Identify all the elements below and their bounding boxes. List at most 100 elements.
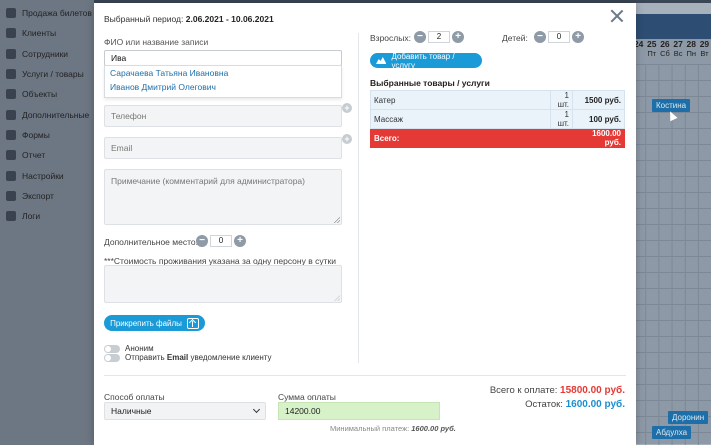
email-notify-toggle[interactable]: Отправить Email уведомление клиенту [104, 353, 272, 362]
note-placeholder: Примечание (комментарий для администрато… [111, 176, 305, 186]
suggestion-item[interactable]: Сарачаева Татьяна Ивановна [105, 66, 341, 80]
booking-chip[interactable]: Доронин [668, 411, 709, 424]
booking-chip[interactable]: Абдулха [652, 426, 692, 439]
calendar-day: 27 Вс [673, 39, 683, 59]
suggestion-item[interactable]: Иванов Дмитрий Олегович [105, 80, 341, 94]
add-phone-icon[interactable]: + [342, 103, 352, 113]
children-stepper: − 0 + [534, 31, 584, 43]
goods-qty: 1 шт. [550, 109, 573, 129]
resize-handle-icon[interactable] [334, 295, 340, 301]
section-divider [104, 375, 626, 376]
settings-icon [6, 170, 16, 181]
minus-button[interactable]: − [196, 235, 208, 247]
report-icon [6, 150, 16, 161]
objects-icon [6, 89, 16, 100]
table-row: Массаж 1 шт. 100 руб. [370, 109, 625, 129]
pay-method-label: Способ оплаты [104, 392, 165, 402]
minus-button[interactable]: − [534, 31, 546, 43]
sidebar-item-services[interactable]: Услуги / товары [0, 64, 94, 84]
anon-label: Аноним [125, 344, 154, 353]
cart-icon [6, 69, 16, 80]
sidebar-item-report[interactable]: Отчет [0, 145, 94, 165]
calendar-grid [632, 64, 711, 445]
close-icon[interactable] [610, 9, 624, 23]
extra-textarea[interactable] [104, 265, 342, 303]
sidebar-item-forms[interactable]: Формы [0, 125, 94, 145]
email-input[interactable]: Email [104, 137, 342, 159]
calendar-day: 28 Пн [686, 39, 697, 59]
sidebar-item-logs[interactable]: Логи [0, 206, 94, 226]
sidebar: Продажа билетов Клиенты Сотрудники Услуг… [0, 0, 94, 445]
email-notify-label: Отправить Email уведомление клиенту [125, 353, 272, 362]
adults-value[interactable]: 2 [428, 31, 450, 43]
sidebar-item-clients[interactable]: Клиенты [0, 23, 94, 43]
sidebar-item-objects[interactable]: Объекты [0, 84, 94, 104]
note-textarea[interactable]: Примечание (комментарий для администрато… [104, 169, 342, 225]
name-input[interactable]: Ива [104, 50, 342, 66]
rest-value: 1600.00 руб. [565, 399, 625, 410]
plus-button[interactable]: + [452, 31, 464, 43]
sidebar-item-staff[interactable]: Сотрудники [0, 44, 94, 64]
extra-place-stepper: − 0 + [196, 235, 246, 247]
staff-icon [6, 48, 16, 59]
extra-place-value[interactable]: 0 [210, 235, 232, 247]
add-email-icon[interactable]: + [342, 134, 352, 144]
goods-price: 100 руб. [572, 109, 625, 129]
sidebar-item-extras[interactable]: Дополнительные [0, 104, 94, 124]
total-label: Всего: [370, 128, 551, 148]
adults-stepper: − 2 + [414, 31, 464, 43]
min-payment: Минимальный платеж: 1600.00 руб. [330, 424, 456, 433]
add-goods-button[interactable]: Добавить товар / услугу [370, 51, 482, 70]
resize-handle-icon[interactable] [334, 217, 340, 223]
sidebar-item-settings[interactable]: Настройки [0, 165, 94, 185]
pay-sum-input[interactable]: 14200.00 [278, 402, 440, 420]
total-value: 1600.00 руб. [572, 128, 625, 148]
due-value: 15800.00 руб. [560, 385, 625, 396]
add-goods-label: Добавить товар / услугу [391, 51, 455, 70]
calendar-day: 25 Пт [647, 39, 657, 59]
upload-icon [186, 317, 199, 329]
pay-method-value: Наличные [111, 406, 152, 416]
plus-button[interactable]: + [572, 31, 584, 43]
phone-input[interactable]: Телефон [104, 105, 342, 127]
goods-name: Массаж [370, 109, 551, 129]
calendar-days: 24 25 Пт 26 Сб 27 Вс 28 Пн 29 Вт [632, 40, 711, 62]
anon-toggle[interactable]: Аноним [104, 344, 154, 353]
extra-place-label: Дополнительное место: [104, 237, 198, 247]
attach-files-button[interactable]: Прикрепить файлы [104, 315, 205, 331]
adults-label: Взрослых: [370, 33, 411, 43]
goods-title: Выбранные товары / услуги [370, 78, 490, 88]
children-value[interactable]: 0 [548, 31, 570, 43]
export-icon [6, 190, 16, 201]
period-text: Выбранный период: 2.06.2021 - 10.06.2021 [104, 14, 274, 24]
rest-label: Остаток: [525, 399, 563, 410]
toggle-switch[interactable] [104, 344, 120, 353]
plus-button[interactable]: + [234, 235, 246, 247]
pay-sum-label: Сумма оплаты [278, 392, 336, 402]
rest-total: Остаток: 1600.00 руб. [525, 399, 625, 410]
sidebar-item-export[interactable]: Экспорт [0, 186, 94, 206]
chevron-down-icon [252, 405, 261, 414]
name-label: ФИО или название записи [104, 37, 209, 47]
forms-icon [6, 129, 16, 140]
clients-icon [6, 28, 16, 39]
due-label: Всего к оплате: [489, 385, 558, 396]
goods-icon [376, 57, 387, 64]
column-divider [358, 33, 359, 363]
extras-icon [6, 109, 16, 120]
attach-files-label: Прикрепить файлы [110, 318, 182, 328]
goods-price: 1500 руб. [572, 90, 625, 110]
pay-method-select[interactable]: Наличные [104, 402, 266, 420]
due-total: Всего к оплате: 15800.00 руб. [490, 385, 625, 396]
toggle-switch[interactable] [104, 353, 120, 362]
logs-icon [6, 211, 16, 222]
calendar-day: 26 Сб [660, 39, 670, 59]
children-label: Детей: [502, 33, 528, 43]
calendar-header [632, 14, 711, 39]
goods-name: Катер [370, 90, 551, 110]
goods-table: Катер 1 шт. 1500 руб. Массаж 1 шт. 100 р… [370, 90, 625, 148]
sidebar-item-tickets[interactable]: Продажа билетов [0, 3, 94, 23]
calendar-day: 29 Вт [699, 39, 710, 59]
minus-button[interactable]: − [414, 31, 426, 43]
name-suggestions: Сарачаева Татьяна Ивановна Иванов Дмитри… [104, 65, 342, 98]
